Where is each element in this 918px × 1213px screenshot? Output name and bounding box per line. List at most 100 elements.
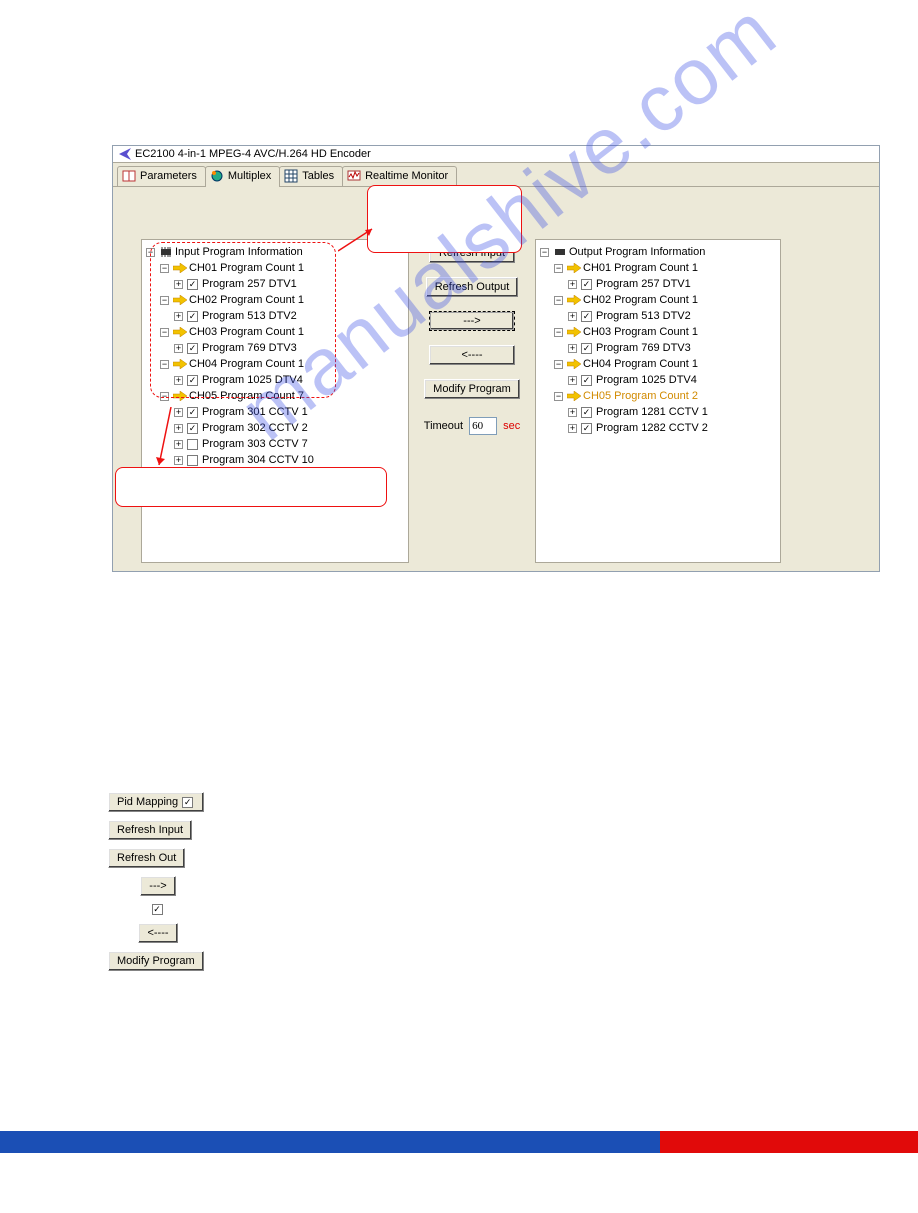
expand-icon[interactable]: + xyxy=(174,312,183,321)
footer-bar xyxy=(0,1131,918,1153)
collapse-icon[interactable]: − xyxy=(160,392,169,401)
checkbox-icon[interactable]: ✓ xyxy=(581,311,592,322)
expand-icon[interactable]: + xyxy=(568,280,577,289)
checkbox-icon[interactable]: ✓ xyxy=(581,343,592,354)
checkbox-icon[interactable]: ✓ xyxy=(187,279,198,290)
collapse-icon[interactable]: − xyxy=(554,264,563,273)
checkbox-icon[interactable]: ✓ xyxy=(581,423,592,434)
program-label: Program 1282 CCTV 2 xyxy=(596,420,708,436)
checkbox-icon[interactable]: ✓ xyxy=(581,375,592,386)
checkbox-icon: ✓ xyxy=(152,904,163,915)
move-right-demo-button[interactable]: ---> xyxy=(140,876,175,896)
arrow-right-icon xyxy=(173,295,187,305)
channel-label: CH04 Program Count 1 xyxy=(583,356,698,372)
tab-parameters[interactable]: Parameters xyxy=(117,166,206,186)
app-window: EC2100 4-in-1 MPEG-4 AVC/H.264 HD Encode… xyxy=(112,145,880,572)
refresh-output-button[interactable]: Refresh Output xyxy=(426,277,519,297)
collapse-icon[interactable]: − xyxy=(146,248,155,257)
expand-icon[interactable]: + xyxy=(174,344,183,353)
program-label: Program 301 CCTV 1 xyxy=(202,404,308,420)
checkbox-icon[interactable]: ✓ xyxy=(187,423,198,434)
program-label: Program 1281 CCTV 1 xyxy=(596,404,708,420)
move-right-button[interactable]: ---> xyxy=(429,311,515,331)
expand-icon[interactable]: + xyxy=(174,456,183,465)
program-label: Program 257 DTV1 xyxy=(202,276,297,292)
chip-icon xyxy=(159,246,173,258)
modify-program-button[interactable]: Modify Program xyxy=(424,379,520,399)
program-label: Program 769 DTV3 xyxy=(202,340,297,356)
channel-label: CH01 Program Count 1 xyxy=(583,260,698,276)
tab-realtime[interactable]: Realtime Monitor xyxy=(342,166,457,186)
expand-icon[interactable]: + xyxy=(174,376,183,385)
tab-multiplex[interactable]: Multiplex xyxy=(205,166,280,187)
annotation-box-top xyxy=(367,185,522,253)
collapse-icon[interactable]: − xyxy=(554,360,563,369)
input-tree[interactable]: − Input Program Information − CH01 Progra… xyxy=(146,244,408,484)
checkbox-icon[interactable]: ✓ xyxy=(581,279,592,290)
pid-mapping-button[interactable]: Pid Mapping ✓ xyxy=(108,792,204,812)
collapse-icon[interactable]: − xyxy=(554,296,563,305)
collapse-icon[interactable]: − xyxy=(160,296,169,305)
channel-label: CH02 Program Count 1 xyxy=(189,292,304,308)
checkbox-icon[interactable]: ✓ xyxy=(581,407,592,418)
modify-program-demo-button[interactable]: Modify Program xyxy=(108,951,204,971)
program-label: Program 303 CCTV 7 xyxy=(202,436,308,452)
checkbox-icon[interactable]: ✓ xyxy=(187,311,198,322)
checkbox-icon[interactable]: ✓ xyxy=(187,407,198,418)
expand-icon[interactable]: + xyxy=(568,312,577,321)
checkbox-icon[interactable]: ✓ xyxy=(187,343,198,354)
table-icon xyxy=(284,169,298,183)
expand-icon[interactable]: + xyxy=(174,424,183,433)
expand-icon[interactable]: + xyxy=(568,376,577,385)
tab-label: Parameters xyxy=(140,170,197,182)
timeout-label: Timeout xyxy=(424,420,463,432)
arrow-right-icon xyxy=(173,263,187,273)
channel-label: CH01 Program Count 1 xyxy=(189,260,304,276)
expand-icon[interactable]: + xyxy=(174,408,183,417)
program-label: Program 1025 DTV4 xyxy=(596,372,697,388)
arrow-icon xyxy=(155,407,175,473)
program-label: Program 304 CCTV 10 xyxy=(202,452,314,468)
expand-icon[interactable]: + xyxy=(568,424,577,433)
channel-label: CH05 Program Count 7 xyxy=(189,388,304,404)
checkbox-icon[interactable]: ✓ xyxy=(187,375,198,386)
checkbox-icon[interactable] xyxy=(187,455,198,466)
tab-tables[interactable]: Tables xyxy=(279,166,343,186)
refresh-out-demo-button[interactable]: Refresh Out xyxy=(108,848,185,868)
program-label: Program 513 DTV2 xyxy=(596,308,691,324)
expand-icon[interactable]: + xyxy=(568,344,577,353)
arrow-right-icon xyxy=(567,295,581,305)
expand-icon[interactable]: + xyxy=(174,280,183,289)
annotation-box-bottom xyxy=(115,467,387,507)
move-left-button[interactable]: <---- xyxy=(429,345,515,365)
channel-label: CH04 Program Count 1 xyxy=(189,356,304,372)
titlebar: EC2100 4-in-1 MPEG-4 AVC/H.264 HD Encode… xyxy=(113,146,879,163)
collapse-icon[interactable]: − xyxy=(554,392,563,401)
tree-root-label: Input Program Information xyxy=(175,244,303,260)
book-icon xyxy=(122,169,136,183)
expand-icon[interactable]: + xyxy=(174,440,183,449)
refresh-input-demo-button[interactable]: Refresh Input xyxy=(108,820,192,840)
output-tree-pane: − Output Program Information −CH01 Progr… xyxy=(535,239,781,563)
collapse-icon[interactable]: − xyxy=(160,264,169,273)
timeout-input[interactable] xyxy=(469,417,497,435)
arrow-right-icon xyxy=(173,359,187,369)
collapse-icon[interactable]: − xyxy=(540,248,549,257)
collapse-icon[interactable]: − xyxy=(554,328,563,337)
timeout-row: Timeout sec xyxy=(424,417,520,435)
move-left-demo-button[interactable]: <---- xyxy=(138,923,177,943)
checkbox-icon[interactable] xyxy=(187,439,198,450)
chip-icon xyxy=(553,246,567,258)
workarea: − Input Program Information − CH01 Progra… xyxy=(113,187,879,571)
arrow-right-icon xyxy=(173,327,187,337)
channel-label: CH03 Program Count 1 xyxy=(189,324,304,340)
expand-icon[interactable]: + xyxy=(568,408,577,417)
arrow-right-icon xyxy=(567,391,581,401)
output-tree[interactable]: − Output Program Information −CH01 Progr… xyxy=(540,244,780,436)
timeout-unit: sec xyxy=(503,420,520,432)
arrow-right-icon xyxy=(567,327,581,337)
program-label: Program 513 DTV2 xyxy=(202,308,297,324)
collapse-icon[interactable]: − xyxy=(160,328,169,337)
collapse-icon[interactable]: − xyxy=(160,360,169,369)
globe-icon xyxy=(210,169,224,183)
